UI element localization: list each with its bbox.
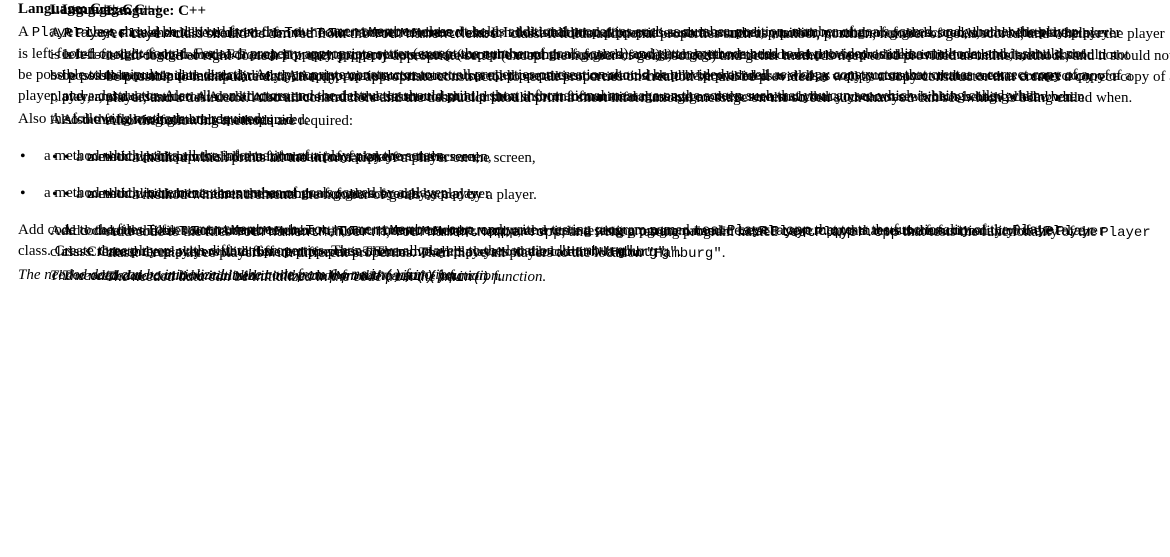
description-para-3: Add code to the files TournamentMember.h… — [50, 221, 1120, 264]
code-hamburg: "Hamburg" — [590, 245, 666, 261]
language-value: C++ — [122, 2, 150, 18]
list-item: a method which prints all the informatio… — [50, 147, 1120, 168]
code-file-test: testPlayer.cpp — [725, 224, 843, 240]
list-item: a method which increments the number of … — [50, 184, 1120, 205]
code-player-class: Player — [1044, 224, 1094, 240]
description-para-4: The needed data can be initialized in th… — [50, 266, 1120, 288]
code-player: Player — [64, 26, 114, 42]
code-main: main() — [383, 269, 433, 285]
code-tournamentmember: TournamentMember — [316, 26, 450, 42]
description-para-1: A Player class should be derived from th… — [50, 23, 1120, 108]
language-label: Language: — [50, 2, 118, 18]
description-para-2: Also the following methods are required: — [50, 110, 1120, 131]
requirements-list: a method which prints all the informatio… — [50, 147, 1120, 205]
code-file-cpp: TournamentMember.cpp — [337, 224, 505, 240]
document-body: Language: C++ A Player class should be d… — [50, 0, 1120, 287]
language-heading: Language: C++ — [50, 0, 1120, 21]
code-file-h: TournamentMember.h — [179, 224, 330, 240]
